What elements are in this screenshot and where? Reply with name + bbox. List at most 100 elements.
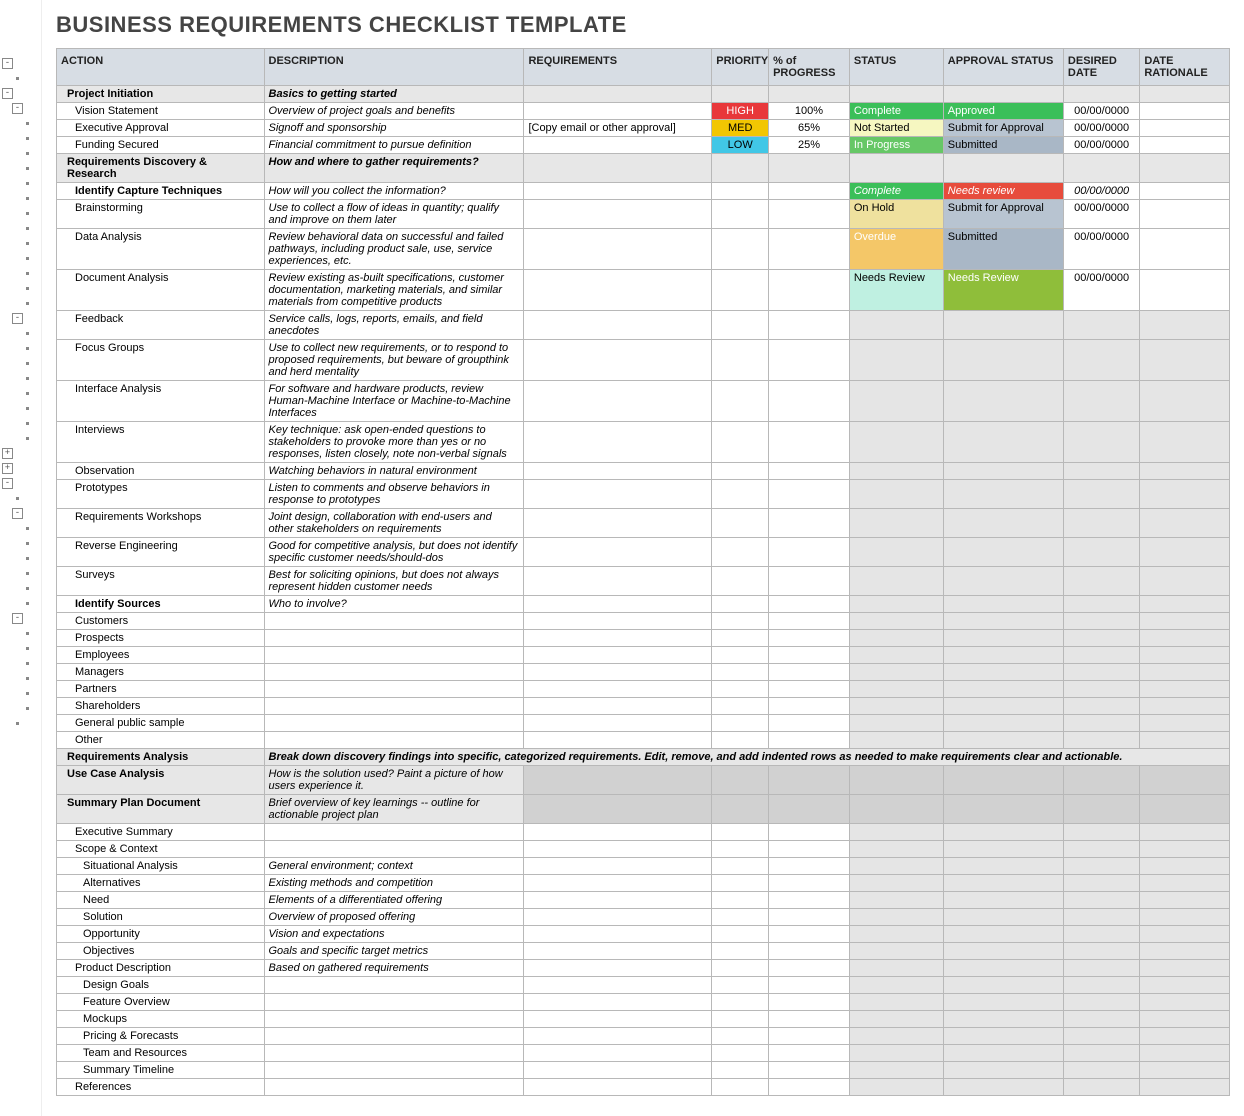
row-approval[interactable] [943, 875, 1063, 892]
row-priority[interactable] [712, 311, 769, 340]
row-date[interactable] [1063, 960, 1139, 977]
row-rationale[interactable] [1140, 538, 1230, 567]
row-progress[interactable] [769, 795, 850, 824]
row-progress[interactable] [769, 538, 850, 567]
row-requirements[interactable] [524, 200, 712, 229]
row-priority[interactable] [712, 647, 769, 664]
row-date[interactable] [1063, 664, 1139, 681]
row-progress[interactable] [769, 1011, 850, 1028]
row-rationale[interactable] [1140, 381, 1230, 422]
row-requirements[interactable] [524, 480, 712, 509]
row-rationale[interactable] [1140, 567, 1230, 596]
row-rationale[interactable] [1140, 715, 1230, 732]
row-date[interactable] [1063, 994, 1139, 1011]
row-priority[interactable] [712, 824, 769, 841]
row-progress[interactable] [769, 340, 850, 381]
row-status[interactable] [849, 1079, 943, 1096]
row-priority[interactable] [712, 960, 769, 977]
row-date[interactable] [1063, 824, 1139, 841]
outline-toggle[interactable]: - [2, 58, 13, 69]
row-rationale[interactable] [1140, 509, 1230, 538]
row-approval[interactable] [943, 422, 1063, 463]
row-progress[interactable] [769, 875, 850, 892]
table-row[interactable]: InterviewsKey technique: ask open-ended … [57, 422, 1230, 463]
table-row[interactable]: Vision StatementOverview of project goal… [57, 103, 1230, 120]
row-priority[interactable]: MED [712, 120, 769, 137]
row-priority[interactable] [712, 270, 769, 311]
row-status[interactable] [849, 681, 943, 698]
row-date[interactable] [1063, 480, 1139, 509]
row-status[interactable] [849, 630, 943, 647]
table-row[interactable]: Design Goals [57, 977, 1230, 994]
row-approval[interactable] [943, 795, 1063, 824]
row-status[interactable] [849, 664, 943, 681]
row-date[interactable] [1063, 596, 1139, 613]
row-status[interactable] [849, 732, 943, 749]
row-progress[interactable] [769, 567, 850, 596]
row-status[interactable] [849, 960, 943, 977]
row-progress[interactable] [769, 926, 850, 943]
row-priority[interactable]: LOW [712, 137, 769, 154]
table-row[interactable]: ObjectivesGoals and specific target metr… [57, 943, 1230, 960]
row-rationale[interactable] [1140, 960, 1230, 977]
row-progress[interactable] [769, 463, 850, 480]
table-row[interactable]: Requirements Discovery & ResearchHow and… [57, 154, 1230, 183]
row-priority[interactable] [712, 613, 769, 630]
row-progress[interactable]: 65% [769, 120, 850, 137]
row-rationale[interactable] [1140, 977, 1230, 994]
row-progress[interactable] [769, 270, 850, 311]
table-row[interactable]: FeedbackService calls, logs, reports, em… [57, 311, 1230, 340]
row-status[interactable] [849, 647, 943, 664]
row-date[interactable] [1063, 858, 1139, 875]
row-progress[interactable] [769, 183, 850, 200]
row-approval[interactable] [943, 630, 1063, 647]
outline-toggle[interactable]: + [2, 448, 13, 459]
row-approval[interactable] [943, 567, 1063, 596]
row-approval[interactable] [943, 698, 1063, 715]
row-approval[interactable] [943, 596, 1063, 613]
row-priority[interactable] [712, 994, 769, 1011]
row-status[interactable]: Complete [849, 103, 943, 120]
table-row[interactable]: Requirements WorkshopsJoint design, coll… [57, 509, 1230, 538]
row-requirements[interactable] [524, 381, 712, 422]
row-progress[interactable] [769, 647, 850, 664]
row-progress[interactable] [769, 1062, 850, 1079]
row-priority[interactable] [712, 1011, 769, 1028]
row-requirements[interactable] [524, 858, 712, 875]
row-priority[interactable] [712, 1062, 769, 1079]
row-priority[interactable] [712, 381, 769, 422]
row-approval[interactable] [943, 909, 1063, 926]
row-requirements[interactable] [524, 1062, 712, 1079]
row-date[interactable] [1063, 892, 1139, 909]
row-requirements[interactable] [524, 664, 712, 681]
row-requirements[interactable] [524, 567, 712, 596]
table-row[interactable]: Use Case AnalysisHow is the solution use… [57, 766, 1230, 795]
row-rationale[interactable] [1140, 103, 1230, 120]
outline-toggle[interactable]: - [2, 478, 13, 489]
row-priority[interactable] [712, 681, 769, 698]
row-rationale[interactable] [1140, 270, 1230, 311]
row-approval[interactable] [943, 340, 1063, 381]
row-requirements[interactable] [524, 1011, 712, 1028]
row-approval[interactable] [943, 892, 1063, 909]
row-approval[interactable] [943, 538, 1063, 567]
row-approval[interactable] [943, 311, 1063, 340]
row-status[interactable] [849, 926, 943, 943]
row-approval[interactable] [943, 715, 1063, 732]
row-progress[interactable] [769, 909, 850, 926]
row-approval[interactable] [943, 766, 1063, 795]
table-row[interactable]: Other [57, 732, 1230, 749]
row-priority[interactable] [712, 567, 769, 596]
row-requirements[interactable] [524, 681, 712, 698]
row-progress[interactable] [769, 1028, 850, 1045]
row-progress[interactable] [769, 381, 850, 422]
row-approval[interactable]: Submit for Approval [943, 120, 1063, 137]
row-date[interactable] [1063, 1062, 1139, 1079]
row-status[interactable]: Overdue [849, 229, 943, 270]
table-row[interactable]: Project InitiationBasics to getting star… [57, 86, 1230, 103]
row-rationale[interactable] [1140, 841, 1230, 858]
row-date[interactable] [1063, 875, 1139, 892]
row-requirements[interactable]: [Copy email or other approval] [524, 120, 712, 137]
row-priority[interactable] [712, 664, 769, 681]
row-approval[interactable]: Needs review [943, 183, 1063, 200]
